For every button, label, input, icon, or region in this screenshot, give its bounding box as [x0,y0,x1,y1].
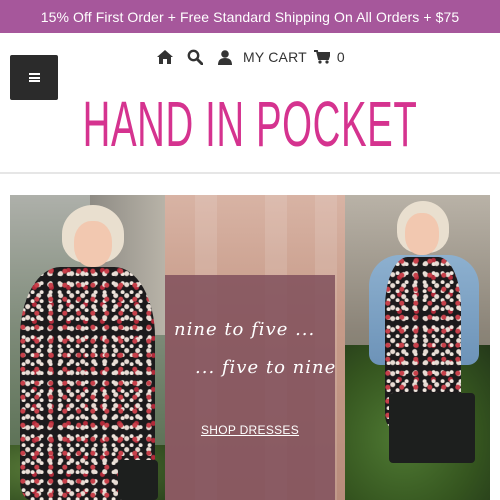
promo-banner: 15% Off First Order + Free Standard Ship… [0,0,500,33]
hero-banner[interactable]: nine to five ... ... five to nine SHOP D… [10,195,490,500]
cart-count: 0 [336,49,345,65]
user-icon[interactable] [218,49,232,65]
search-icon[interactable] [187,49,203,65]
hero-tagline-line1: nine to five ... [174,319,316,340]
promo-text: 15% Off First Order + Free Standard Ship… [40,8,460,25]
hero-tagline-line2: ... five to nine [195,357,337,378]
hero-photo-left [10,195,165,500]
cart-icon [313,50,330,64]
hero-text-overlay: nine to five ... ... five to nine SHOP D… [165,275,335,500]
header-divider [0,172,500,174]
shop-dresses-link[interactable]: SHOP DRESSES [165,423,335,437]
home-icon[interactable] [157,50,173,64]
cart-label: MY CART [243,49,307,65]
hamburger-menu-icon [28,73,40,82]
hero-photo-right [345,195,490,500]
header-icons: MY CART 0 [157,47,345,67]
cart-link[interactable]: MY CART 0 [243,49,345,65]
site-logo[interactable]: HAND IN POCKET [0,84,500,164]
logo-text: HAND IN POCKET [82,88,418,160]
